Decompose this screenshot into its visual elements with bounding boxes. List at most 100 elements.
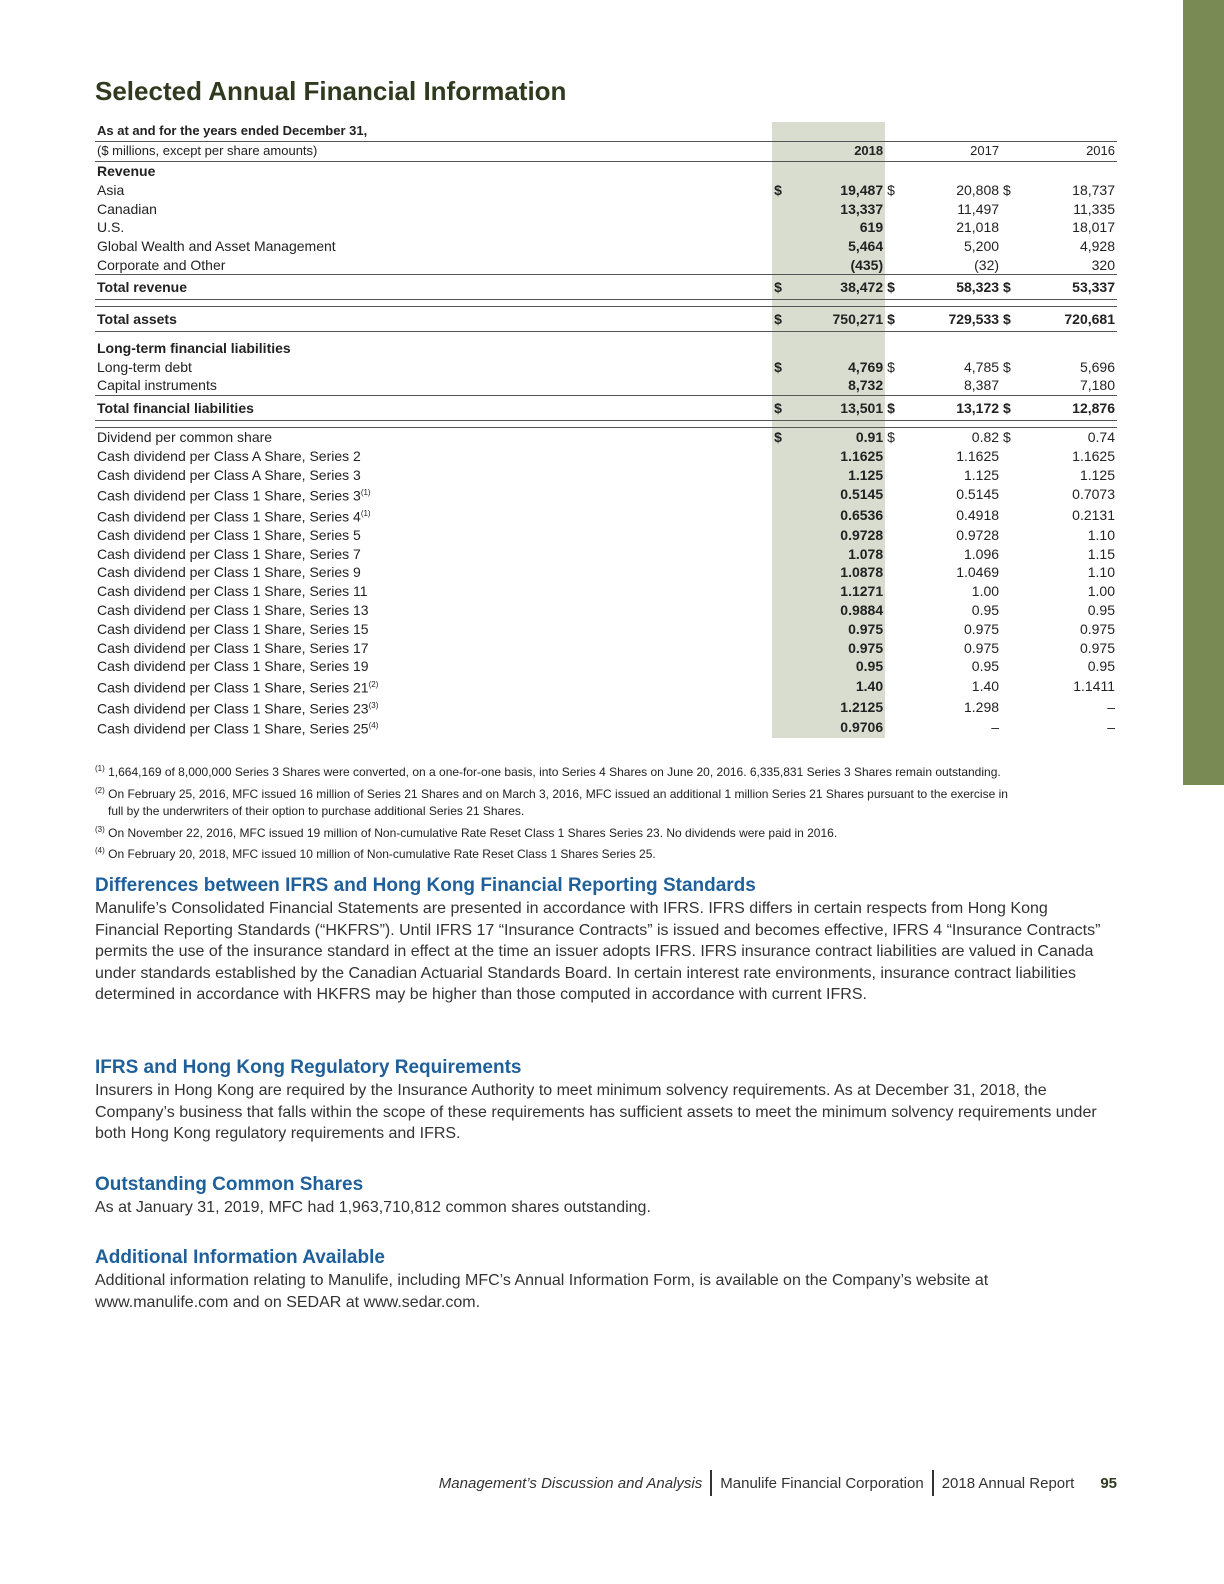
cell-value: 0.95 [855, 658, 884, 675]
cell-value: 58,323 [956, 279, 1000, 296]
cell-value: 1.40 [855, 678, 884, 695]
row-label: Cash dividend per Class 1 Share, Series … [95, 563, 772, 582]
row-label-text: Cash dividend per Class 1 Share, Series … [97, 487, 361, 504]
dividend-row: Cash dividend per Class 1 Share, Series … [95, 657, 1117, 676]
footer-company: Manulife Financial Corporation [720, 1474, 924, 1492]
table-row: U.S. 619 21,018 18,017 [95, 217, 1117, 237]
value-2018: 0.6536 [772, 504, 886, 526]
section-heading: Additional Information Available [95, 1247, 385, 1268]
value-2016: $0.74 [1001, 426, 1117, 447]
value-2018: 0.975 [772, 638, 886, 658]
cell-value: 5,464 [848, 238, 884, 255]
year-header: 2016 [1001, 141, 1117, 162]
row-label-text: Cash dividend per Class 1 Share, Series … [97, 639, 369, 656]
row-label-text: Cash dividend per Class A Share, Series … [97, 447, 361, 464]
cell-value: 1.10 [1087, 564, 1115, 581]
row-label: Cash dividend per Class 1 Share, Series … [95, 505, 772, 526]
cell-value: 0.975 [964, 620, 1000, 637]
value-2017: 1.00 [885, 582, 1001, 601]
row-label: Total revenue [95, 274, 773, 301]
row-label: Long-term financial liabilities [95, 338, 772, 357]
footer-divider [710, 1470, 713, 1496]
row-label: Revenue [95, 161, 772, 180]
currency-symbol: $ [887, 181, 895, 198]
footnotes: (1) 1,664,169 of 8,000,000 Series 3 Shar… [95, 760, 1105, 864]
footnote: (3) On November 22, 2016, MFC issued 19 … [95, 821, 1105, 843]
dividend-row: Dividend per common share $0.91 $0.82 $0.74 [95, 426, 1117, 447]
row-label-text: Cash dividend per Class 1 Share, Series … [97, 508, 361, 525]
value-2018: 1.2125 [772, 696, 886, 718]
table-header-blank [885, 122, 1002, 142]
table-header-row: As at and for the years ended December 3… [95, 122, 1117, 142]
row-label: Global Wealth and Asset Management [95, 237, 772, 256]
additional-info-section: Additional Information Available Additio… [95, 1246, 1107, 1313]
currency-symbol: $ [887, 429, 895, 446]
cell-value: 4,785 [964, 358, 1000, 375]
row-label-text: Capital instruments [97, 377, 217, 394]
footnote-marker: (2) [368, 679, 379, 689]
row-label-text: Cash dividend per Class 1 Share, Series … [97, 679, 369, 696]
footnote-marker: (3) [95, 824, 105, 834]
cell-value: 0.95 [1087, 658, 1115, 675]
footnote-marker: (4) [368, 721, 379, 731]
empty-cell [772, 420, 886, 428]
dividend-row: Cash dividend per Class A Share, Series … [95, 465, 1117, 485]
cell-value: 729,533 [948, 311, 1000, 328]
row-label: Cash dividend per Class 1 Share, Series … [95, 544, 772, 563]
dividend-row: Cash dividend per Class 1 Share, Series … [95, 717, 1117, 738]
cell-value: 1.1625 [1072, 447, 1115, 464]
cell-value: 0.6536 [840, 507, 884, 524]
value-2016: 0.975 [1001, 638, 1117, 657]
empty-cell [95, 300, 772, 307]
year-header: 2018 [772, 141, 886, 162]
value-2017: 0.95 [885, 657, 1001, 676]
cell-value: (32) [974, 256, 1000, 273]
dividend-row: Cash dividend per Class 1 Share, Series … [95, 675, 1117, 697]
currency-symbol: $ [1003, 429, 1011, 446]
section-body: As at January 31, 2019, MFC had 1,963,71… [95, 1199, 651, 1216]
value-2016: 0.7073 [1001, 484, 1117, 505]
page-title: Selected Annual Financial Information [95, 76, 567, 106]
cell-value: 1.40 [971, 678, 1000, 695]
footnote-marker: (3) [368, 700, 379, 710]
cell-value: 18,737 [1072, 181, 1115, 198]
row-label-text: Cash dividend per Class 1 Share, Series … [97, 545, 361, 562]
row-label-text: Cash dividend per Class 1 Share, Series … [97, 602, 369, 619]
value-2016: 1.10 [1001, 525, 1117, 544]
empty-cell [885, 420, 1001, 427]
dividend-row: Cash dividend per Class 1 Share, Series … [95, 525, 1117, 545]
cell-value: 0.95 [971, 602, 1000, 619]
footnote-text: On February 25, 2016, MFC issued 16 mill… [108, 786, 1008, 801]
cell-value: 0.91 [855, 429, 884, 446]
cell-value: 1.1271 [840, 583, 884, 600]
empty-cell [885, 161, 1001, 180]
cell-value: 4,928 [1079, 238, 1115, 255]
cell-value: 11,497 [957, 200, 1000, 217]
value-2017: $13,172 [885, 394, 1002, 421]
value-2017: $0.82 [885, 426, 1002, 447]
value-2017: $20,808 [885, 180, 1001, 199]
row-label: Total assets [95, 306, 773, 333]
table-row: Capital instruments 8,732 8,387 7,180 [95, 375, 1117, 396]
value-2018: 0.95 [772, 657, 886, 676]
value-2017: 1.096 [885, 544, 1001, 563]
cell-value: 19,487 [840, 181, 884, 198]
value-2016: 1.10 [1001, 563, 1117, 582]
table-header-units: ($ millions, except per share amounts) [95, 141, 773, 162]
cell-value: 0.4918 [956, 507, 1000, 524]
value-2016: $720,681 [1001, 306, 1117, 333]
cell-value: 0.82 [971, 429, 1000, 446]
cell-value: 0.975 [848, 639, 884, 656]
row-label: Canadian [95, 199, 772, 218]
value-2016: – [1001, 717, 1117, 738]
cell-value: 8,387 [964, 377, 1000, 394]
cell-value: 20,808 [956, 181, 1000, 198]
cell-value: 619 [859, 219, 884, 236]
currency-symbol: $ [1003, 279, 1011, 296]
dividend-row: Cash dividend per Class 1 Share, Series … [95, 638, 1117, 658]
value-2018: 8,732 [772, 375, 886, 396]
cell-value: 53,337 [1072, 279, 1115, 296]
cell-value: 13,501 [840, 399, 884, 416]
cell-value: 38,472 [840, 279, 884, 296]
cell-value: 1.125 [964, 466, 1000, 483]
